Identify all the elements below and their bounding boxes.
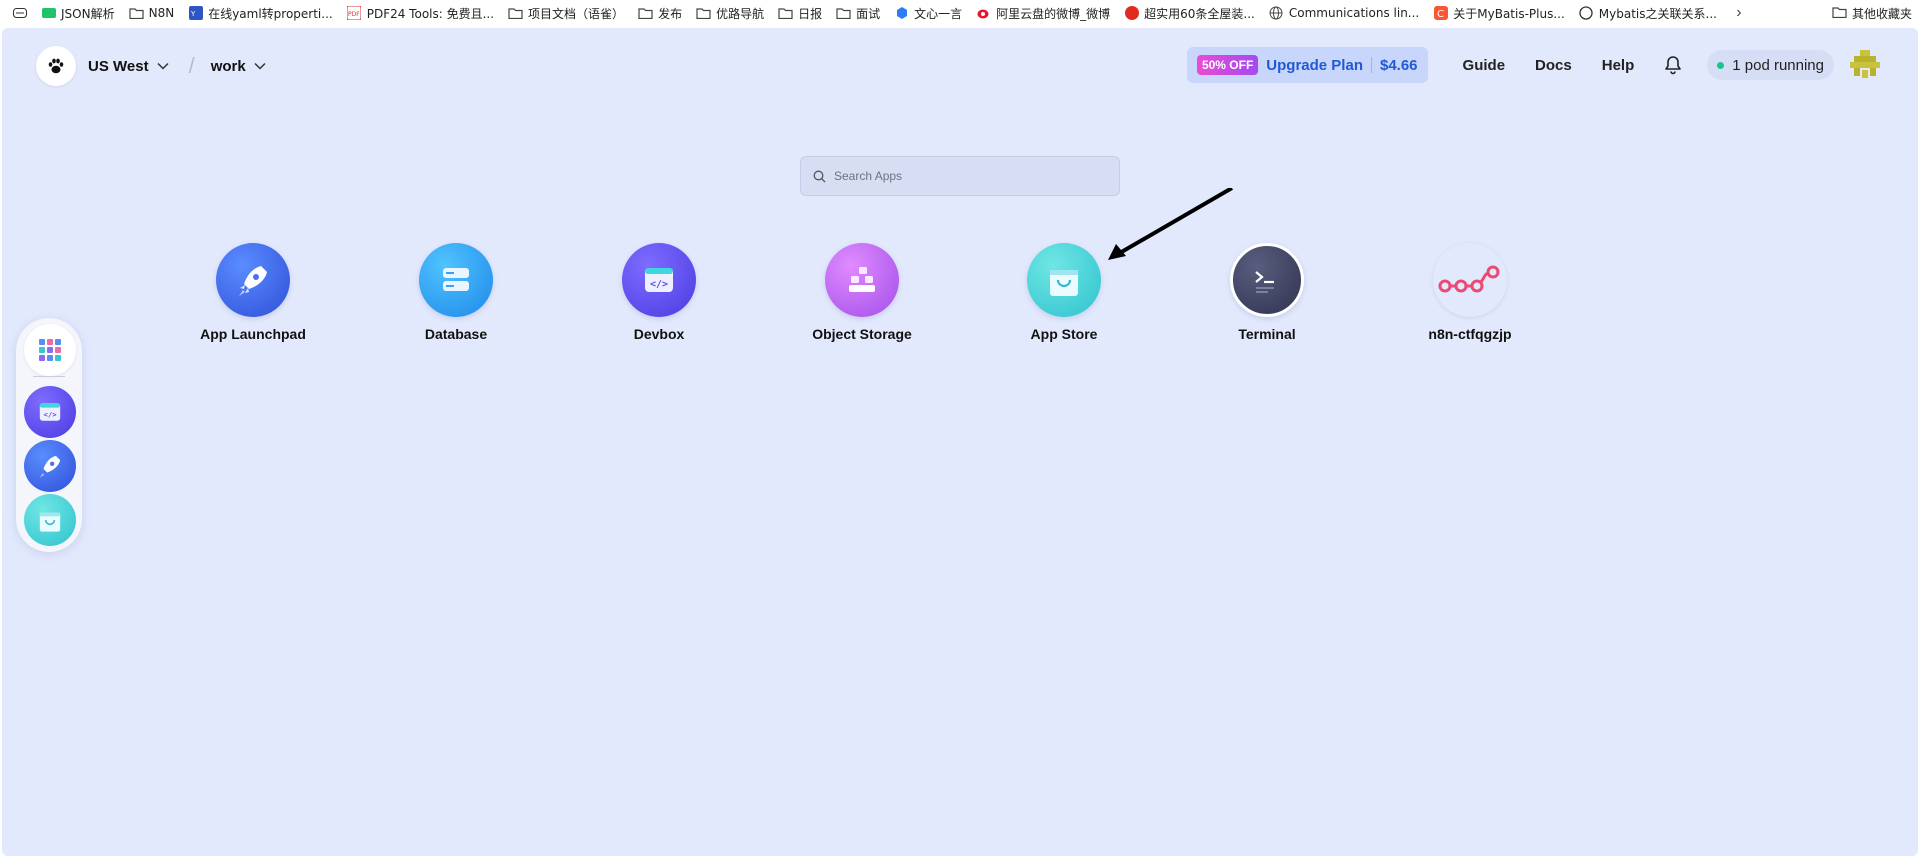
blue-tool-icon: Y: [188, 6, 203, 21]
upgrade-price: $4.66: [1379, 56, 1418, 74]
region-selector[interactable]: US West: [88, 58, 169, 75]
svg-text:</>: </>: [650, 279, 668, 290]
database-icon: [419, 243, 493, 317]
bookmark-decor[interactable]: 超实用60条全屋装...: [1117, 2, 1262, 24]
chevron-down-icon: [254, 62, 266, 70]
bookmark-n8n[interactable]: N8N: [122, 2, 182, 24]
app-devbox[interactable]: </> Devbox: [579, 243, 739, 342]
bookmark-weibo[interactable]: 阿里云盘的微博_微博: [969, 2, 1117, 24]
docs-link[interactable]: Docs: [1535, 57, 1572, 74]
app-label: n8n-ctfqgzjp: [1428, 326, 1512, 342]
chevron-down-icon: [157, 62, 169, 70]
github-icon: [1579, 6, 1594, 21]
app-n8n[interactable]: n8n-ctfqgzjp: [1390, 243, 1550, 342]
help-link[interactable]: Help: [1602, 57, 1635, 74]
app-label: Terminal: [1238, 326, 1296, 342]
shopping-bag-icon: [39, 512, 61, 532]
devbox-icon: </>: [622, 243, 696, 317]
app-label: Database: [424, 326, 488, 342]
bookmark-json[interactable]: JSON解析: [34, 2, 122, 24]
bookmarks-bar: JSON解析 N8N Y 在线yaml转properti... PDF PDF24 …: [0, 0, 1920, 26]
paw-icon: [48, 58, 64, 74]
annotation-arrow: [1108, 188, 1234, 260]
app-label: Devbox: [633, 326, 685, 342]
csdn-icon: C: [1433, 6, 1448, 21]
folder-icon: [696, 6, 711, 21]
avatar[interactable]: [1848, 48, 1882, 82]
pdf24-icon: PDF: [347, 6, 362, 21]
bookmark-daily[interactable]: 日报: [771, 2, 829, 24]
top-right-bar: 50% OFF Upgrade Plan $4.66 Guide Docs He…: [1186, 45, 1882, 85]
upgrade-divider: [1370, 57, 1372, 73]
bookmark-interview[interactable]: 面试: [829, 2, 887, 24]
app-database[interactable]: Database: [376, 243, 536, 342]
bookmark-communications[interactable]: Communications lin...: [1262, 2, 1426, 24]
devbox-icon: </>: [39, 403, 61, 421]
discount-badge: 50% OFF: [1196, 55, 1259, 75]
bookmark-docs[interactable]: 项目文档（语雀）: [501, 2, 631, 24]
dock-launcher[interactable]: [24, 324, 76, 376]
bookmark-wenxin[interactable]: 文心一言: [887, 2, 969, 24]
region-label: US West: [88, 57, 149, 75]
bookmark-other[interactable]: 其他收藏夹: [1832, 2, 1912, 24]
bookmark-mybatis[interactable]: Mybatis之关联关系...: [1572, 2, 1724, 24]
folder-icon: [128, 6, 144, 21]
dock-divider: [33, 376, 65, 377]
pod-status[interactable]: 1 pod running: [1707, 50, 1834, 80]
app-label: App Launchpad: [200, 326, 306, 342]
rocket-icon: [216, 243, 290, 317]
chevron-right-icon[interactable]: ›: [1728, 4, 1750, 22]
workspace-selector[interactable]: work: [211, 58, 266, 75]
folder-icon: [1832, 6, 1847, 21]
app-label: Object Storage: [812, 326, 912, 342]
grid-icon: [39, 339, 61, 361]
svg-text:C: C: [1437, 9, 1444, 20]
app-object-storage[interactable]: Object Storage: [782, 243, 942, 342]
bell-icon[interactable]: [1663, 55, 1683, 75]
weibo-icon: [976, 6, 991, 21]
dock-devbox[interactable]: </>: [24, 386, 76, 438]
green-badge-icon: [41, 6, 56, 21]
svg-text:Y: Y: [190, 10, 196, 18]
upgrade-plan-button[interactable]: 50% OFF Upgrade Plan $4.66: [1186, 47, 1428, 83]
svg-text:</>: </>: [43, 410, 57, 419]
bookmark-release[interactable]: 发布: [631, 2, 689, 24]
dock-app-store[interactable]: [24, 494, 76, 546]
logo[interactable]: [36, 46, 76, 86]
search-bar[interactable]: [800, 156, 1120, 196]
globe-icon: [1269, 6, 1284, 21]
status-dot: [1717, 61, 1725, 69]
red-circle-icon: [1124, 6, 1139, 21]
svg-text:PDF: PDF: [348, 11, 360, 18]
app-label: App Store: [1030, 326, 1098, 342]
dock-app-launchpad[interactable]: [24, 440, 76, 492]
dock: </>: [16, 318, 82, 552]
top-left-bar: US West / work: [36, 46, 266, 86]
rocket-icon: [39, 455, 61, 478]
object-storage-icon: [825, 243, 899, 317]
bookmark-yaml[interactable]: Y 在线yaml转properti...: [181, 2, 340, 24]
search-input[interactable]: [834, 169, 1094, 183]
folder-icon: [508, 6, 523, 21]
shopping-bag-icon: [1027, 243, 1101, 317]
folder-icon: [836, 6, 851, 21]
desktop: US West / work 50% OFF Upgrade Plan $4.6…: [2, 28, 1918, 856]
bookmark-pdf24[interactable]: PDF PDF24 Tools: 免费且...: [340, 2, 501, 24]
bookmark-mybatis-plus[interactable]: C 关于MyBatis-Plus...: [1426, 2, 1572, 24]
pod-status-label: 1 pod running: [1732, 56, 1824, 74]
guide-link[interactable]: Guide: [1463, 57, 1506, 74]
breadcrumb-separator: /: [188, 53, 195, 78]
bookmark-nav[interactable]: 优路导航: [689, 2, 771, 24]
search-icon: [813, 170, 826, 182]
n8n-icon: [1433, 243, 1507, 317]
app-app-launchpad[interactable]: App Launchpad: [173, 243, 333, 342]
bookmarks-menu-icon[interactable]: [6, 2, 34, 24]
folder-icon: [638, 6, 653, 21]
wenxin-icon: [894, 6, 909, 21]
workspace-label: work: [210, 57, 246, 75]
folder-icon: [778, 6, 793, 21]
upgrade-label: Upgrade Plan: [1266, 56, 1363, 74]
